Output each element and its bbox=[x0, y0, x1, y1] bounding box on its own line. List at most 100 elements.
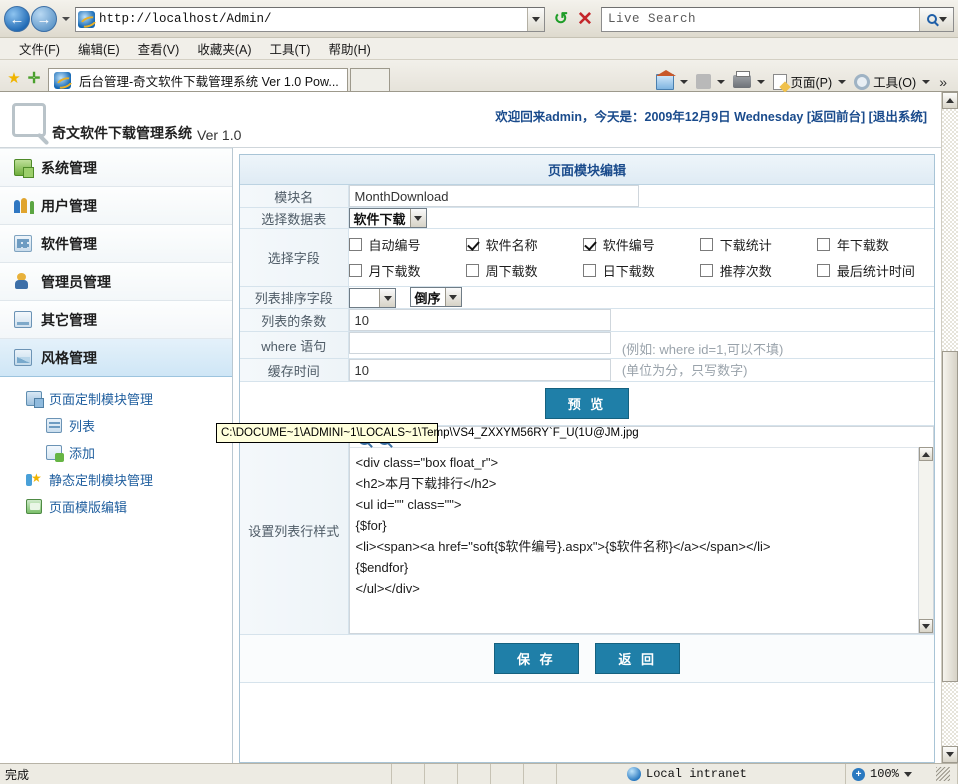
checkbox-icon[interactable] bbox=[816, 238, 830, 251]
address-bar[interactable]: http://localhost/Admin/ bbox=[75, 6, 545, 32]
module-name-input[interactable]: MonthDownload bbox=[348, 185, 639, 207]
refresh-button[interactable]: ↺ bbox=[549, 7, 573, 31]
add-favorite-button[interactable]: ✛ bbox=[24, 65, 44, 91]
sidebar-item-style[interactable]: 风格管理 bbox=[0, 339, 232, 377]
resize-grip-icon[interactable] bbox=[936, 767, 950, 781]
zoom-control[interactable]: + 100% bbox=[846, 764, 958, 784]
tools-menu-button[interactable]: 工具(O) bbox=[852, 72, 935, 91]
field-checkbox-year-downloads[interactable]: 年下载数 bbox=[816, 235, 934, 254]
sidebar-item-administrators[interactable]: 管理员管理 bbox=[0, 263, 232, 301]
home-button[interactable] bbox=[654, 69, 693, 90]
print-button[interactable] bbox=[731, 71, 770, 88]
link-logout[interactable]: [退出系统] bbox=[869, 110, 927, 124]
field-label: 软件编号 bbox=[602, 238, 655, 253]
feeds-button[interactable] bbox=[694, 74, 730, 89]
preview-button[interactable]: 预 览 bbox=[544, 388, 630, 419]
chevron-down-icon[interactable] bbox=[680, 79, 689, 84]
menu-item-edit[interactable]: 编辑(E) bbox=[69, 37, 129, 60]
chevron-down-icon[interactable] bbox=[838, 79, 847, 84]
checkbox-icon[interactable] bbox=[582, 264, 596, 277]
search-box[interactable]: Live Search bbox=[601, 6, 954, 32]
tab-admin-page[interactable]: 后台管理-奇文软件下载管理系统 Ver 1.0 Pow... bbox=[48, 68, 348, 91]
history-dropdown-icon[interactable] bbox=[62, 17, 70, 21]
sidebar-subitem-template-edit[interactable]: 页面模版编辑 bbox=[0, 493, 232, 520]
field-checkbox-auto-id[interactable]: 自动编号 bbox=[348, 235, 466, 254]
field-checkbox-week-downloads[interactable]: 周下载数 bbox=[465, 261, 583, 280]
sidebar-item-users[interactable]: 用户管理 bbox=[0, 187, 232, 225]
chevron-down-icon[interactable] bbox=[938, 16, 947, 22]
page-scroll-down-button[interactable] bbox=[942, 746, 958, 763]
cache-input[interactable]: 10 bbox=[348, 359, 611, 381]
where-input[interactable] bbox=[348, 332, 611, 354]
sort-field-select[interactable] bbox=[348, 288, 397, 308]
chevron-down-icon[interactable] bbox=[444, 288, 461, 306]
back-button[interactable]: 返 回 bbox=[595, 643, 680, 674]
favorites-center-button[interactable]: ★ bbox=[4, 65, 24, 91]
field-checkbox-month-downloads[interactable]: 月下载数 bbox=[348, 261, 466, 280]
menu-item-favorites[interactable]: 收藏夹(A) bbox=[188, 37, 260, 60]
sidebar-subitem-static-module[interactable]: 静态定制模块管理 bbox=[0, 466, 232, 493]
field-checkbox-software-name[interactable]: 软件名称 bbox=[465, 235, 583, 254]
checkbox-icon[interactable] bbox=[348, 264, 362, 277]
field-checkbox-software-id[interactable]: 软件编号 bbox=[582, 235, 700, 254]
field-checkbox-recommend-count[interactable]: 推荐次数 bbox=[699, 261, 817, 280]
app-version: Ver 1.0 bbox=[197, 127, 242, 143]
chevron-down-icon bbox=[532, 16, 540, 22]
field-checkbox-download-stats[interactable]: 下载统计 bbox=[699, 235, 817, 254]
checkbox-icon[interactable] bbox=[699, 264, 713, 277]
code-editor-content[interactable]: <div class="box float_r"> <h2>本月下载排行</h2… bbox=[349, 447, 918, 633]
toolbar-overflow-button[interactable]: » bbox=[936, 74, 950, 90]
field-checkbox-day-downloads[interactable]: 日下载数 bbox=[582, 261, 700, 280]
scroll-up-button[interactable] bbox=[919, 447, 933, 461]
sort-order-select[interactable]: 倒序 bbox=[409, 287, 462, 307]
security-zone[interactable]: Local intranet bbox=[557, 764, 846, 784]
chevron-down-icon[interactable] bbox=[903, 771, 912, 777]
checkbox-icon[interactable] bbox=[465, 264, 479, 277]
checkbox-checked-icon[interactable] bbox=[465, 238, 479, 251]
search-button[interactable] bbox=[919, 7, 953, 31]
address-bar-text[interactable]: http://localhost/Admin/ bbox=[99, 12, 527, 26]
sidebar-item-system[interactable]: 系统管理 bbox=[0, 149, 232, 187]
code-editor-scrollbar[interactable] bbox=[918, 447, 933, 633]
checkbox-checked-icon[interactable] bbox=[582, 238, 596, 251]
link-front-site[interactable]: [返回前台] bbox=[807, 110, 865, 124]
checkbox-icon[interactable] bbox=[816, 264, 830, 277]
forward-button[interactable]: → bbox=[31, 6, 57, 32]
sidebar-item-label: 软件管理 bbox=[41, 235, 97, 252]
back-button[interactable]: ← bbox=[4, 6, 30, 32]
search-input[interactable]: Live Search bbox=[602, 12, 919, 26]
menu-item-view[interactable]: 查看(V) bbox=[129, 37, 189, 60]
page-scroll-track[interactable] bbox=[942, 109, 958, 746]
page-menu-button[interactable]: 页面(P) bbox=[771, 72, 851, 91]
chevron-down-icon[interactable] bbox=[922, 79, 931, 84]
sidebar-item-other[interactable]: 其它管理 bbox=[0, 301, 232, 339]
menu-item-help[interactable]: 帮助(H) bbox=[319, 37, 379, 60]
menu-item-tools[interactable]: 工具(T) bbox=[260, 37, 319, 60]
address-dropdown-button[interactable] bbox=[527, 7, 544, 31]
scroll-down-button[interactable] bbox=[919, 619, 933, 633]
save-button[interactable]: 保 存 bbox=[494, 643, 579, 674]
sidebar-subitem-module-management[interactable]: 页面定制模块管理 bbox=[0, 385, 232, 412]
sidebar-item-software[interactable]: 软件管理 bbox=[0, 225, 232, 263]
count-input[interactable]: 10 bbox=[348, 309, 611, 331]
page-scroll-thumb[interactable] bbox=[942, 351, 958, 683]
field-checkbox-last-stat-time[interactable]: 最后统计时间 bbox=[816, 261, 934, 280]
chevron-down-icon[interactable] bbox=[757, 79, 766, 84]
star-icon: ★ bbox=[7, 70, 21, 87]
chevron-down-icon[interactable] bbox=[409, 209, 426, 227]
page-scroll-up-button[interactable] bbox=[942, 92, 958, 109]
stop-button[interactable]: ✕ bbox=[573, 7, 597, 31]
chevron-down-icon[interactable] bbox=[717, 79, 726, 84]
chevron-down-icon[interactable] bbox=[379, 289, 396, 307]
preview-cell: 预 览 bbox=[240, 381, 934, 426]
zoom-icon: + bbox=[852, 767, 865, 781]
menu-item-file[interactable]: 文件(F) bbox=[10, 37, 69, 60]
sidebar-subitem-add[interactable]: 添加 bbox=[0, 439, 232, 466]
sidebar-item-label: 用户管理 bbox=[41, 197, 97, 214]
checkbox-icon[interactable] bbox=[699, 238, 713, 251]
new-tab-button[interactable] bbox=[349, 68, 390, 91]
datatable-select[interactable]: 软件下载 bbox=[348, 208, 427, 228]
sidebar-subitem-list[interactable]: 列表 bbox=[0, 412, 232, 439]
checkbox-icon[interactable] bbox=[348, 238, 362, 251]
page-scrollbar[interactable] bbox=[941, 92, 958, 763]
